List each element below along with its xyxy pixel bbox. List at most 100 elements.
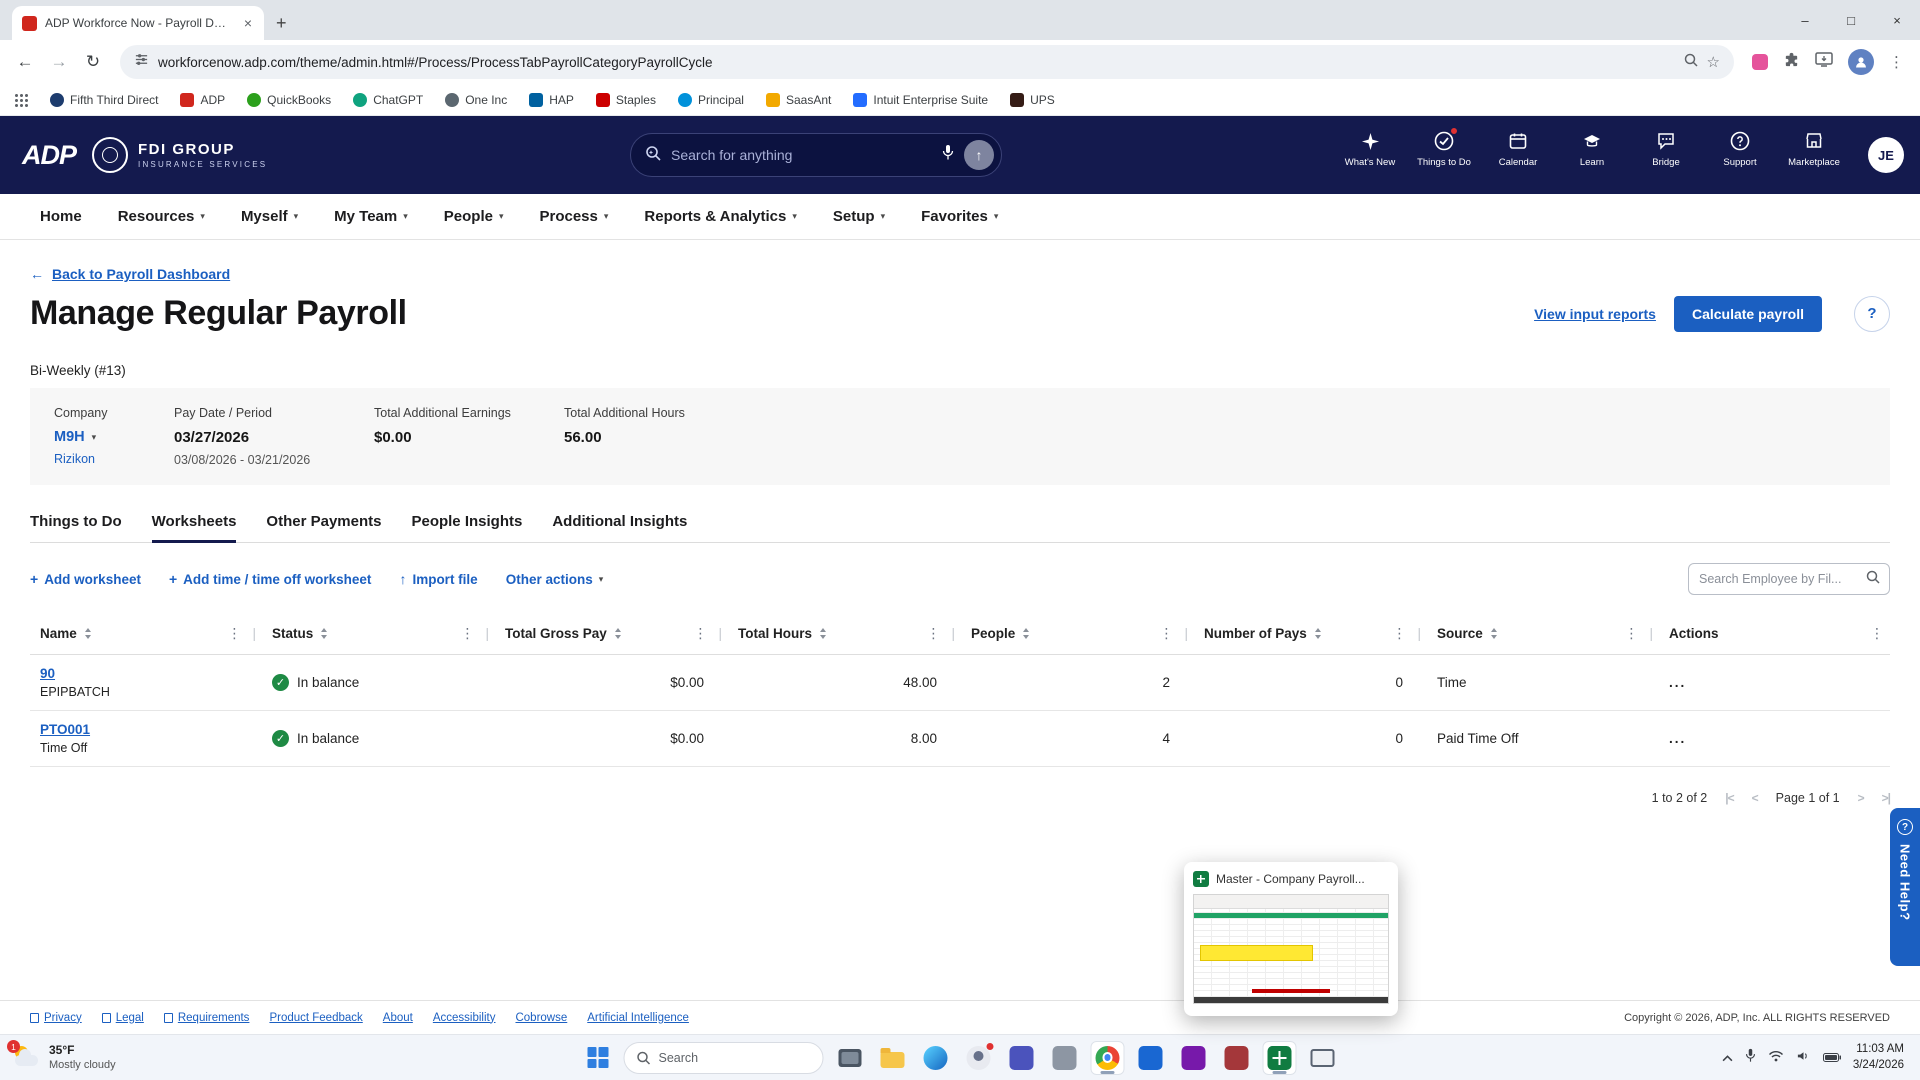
footer-link-requirements[interactable]: Requirements <box>163 1012 249 1024</box>
footer-link-accessibility[interactable]: Accessibility <box>433 1012 496 1024</box>
first-page-icon[interactable]: |< <box>1725 791 1734 805</box>
add-time-worksheet-button[interactable]: + Add time / time off worksheet <box>169 571 371 587</box>
extensions-puzzle-icon[interactable] <box>1783 51 1800 73</box>
excel-preview-thumbnail[interactable] <box>1193 894 1389 1004</box>
nav-item-home[interactable]: Home <box>40 208 82 225</box>
bookmark-item[interactable]: UPS <box>1010 92 1055 107</box>
bookmark-item[interactable]: Intuit Enterprise Suite <box>853 92 988 107</box>
zoom-icon[interactable] <box>1684 53 1698 72</box>
nav-item-my-team[interactable]: My Team ▾ <box>334 208 408 225</box>
bookmark-item[interactable]: SaasAnt <box>765 92 831 107</box>
import-file-button[interactable]: ↑ Import file <box>399 571 477 587</box>
tab-people-insights[interactable]: People Insights <box>411 513 522 542</box>
tray-chevron-up-icon[interactable] <box>1722 1049 1733 1067</box>
last-page-icon[interactable]: >| <box>1882 791 1891 805</box>
next-page-icon[interactable]: > <box>1858 791 1865 805</box>
calendar-button[interactable]: Calendar <box>1486 130 1550 168</box>
adp-logo[interactable]: ADP <box>22 140 77 171</box>
user-avatar[interactable]: JE <box>1868 137 1904 173</box>
column-header-gross-pay[interactable]: Total Gross Pay ⋮ | <box>495 613 728 654</box>
help-button[interactable]: ? <box>1854 295 1890 332</box>
cast-icon[interactable] <box>1815 52 1833 72</box>
tab-things-to-do[interactable]: Things to Do <box>30 513 122 542</box>
employee-search-input[interactable] <box>1699 572 1860 586</box>
column-header-total-hours[interactable]: Total Hours ⋮ | <box>728 613 961 654</box>
browser-tab[interactable]: ADP Workforce Now - Payroll D… × <box>12 6 264 40</box>
bookmark-item[interactable]: ADP <box>180 92 225 107</box>
taskbar-clock[interactable]: 11:03 AM 3/24/2026 <box>1853 1042 1904 1073</box>
edge-button[interactable] <box>919 1041 953 1075</box>
column-menu-icon[interactable]: ⋮ <box>693 625 707 642</box>
column-header-name[interactable]: Name ⋮ | <box>30 613 262 654</box>
site-settings-icon[interactable] <box>134 52 149 72</box>
nav-item-process[interactable]: Process ▾ <box>539 208 608 225</box>
meet-button[interactable] <box>1134 1041 1168 1075</box>
bookmark-item[interactable]: Principal <box>677 92 744 107</box>
footer-link-cobrowse[interactable]: Cobrowse <box>515 1012 567 1024</box>
calculate-payroll-button[interactable]: Calculate payroll <box>1673 295 1822 332</box>
things-to-do-button[interactable]: Things to Do <box>1412 126 1476 168</box>
battery-icon[interactable] <box>1822 1049 1841 1067</box>
footer-link-privacy[interactable]: Privacy <box>30 1012 82 1024</box>
url-input[interactable] <box>158 54 1675 70</box>
chrome-button[interactable] <box>1090 1040 1125 1075</box>
nav-item-reports[interactable]: Reports & Analytics ▾ <box>644 208 797 225</box>
tab-additional-insights[interactable]: Additional Insights <box>552 513 687 542</box>
nav-item-favorites[interactable]: Favorites ▾ <box>921 208 998 225</box>
row-actions-menu[interactable]: ... <box>1669 731 1686 746</box>
access-button[interactable] <box>1220 1041 1254 1075</box>
table-row[interactable]: PTO001 Time Off ✓ In balance $0.00 8.00 4… <box>30 711 1890 767</box>
back-link[interactable]: ← Back to Payroll Dashboard <box>30 266 1890 282</box>
column-menu-icon[interactable]: ⋮ <box>460 625 474 642</box>
pinned-extension-icon[interactable] <box>1752 54 1768 70</box>
employee-search[interactable] <box>1688 563 1890 595</box>
footer-link-about[interactable]: About <box>383 1012 413 1024</box>
nav-item-myself[interactable]: Myself ▾ <box>241 208 298 225</box>
company-sub-link[interactable]: Rizikon <box>54 452 154 466</box>
task-view-button[interactable] <box>833 1041 867 1075</box>
camera-button[interactable] <box>1048 1041 1082 1075</box>
global-search-input[interactable] <box>671 147 932 163</box>
footer-link-artificial-intelligence[interactable]: Artificial Intelligence <box>587 1012 689 1024</box>
column-menu-icon[interactable]: ⋮ <box>1392 625 1406 642</box>
nav-item-resources[interactable]: Resources ▾ <box>118 208 205 225</box>
excel-taskbar-preview[interactable]: Master - Company Payroll... <box>1184 862 1398 1016</box>
column-menu-icon[interactable]: ⋮ <box>227 625 241 642</box>
start-button[interactable] <box>581 1041 615 1075</box>
view-input-reports-link[interactable]: View input reports <box>1534 306 1656 322</box>
window-close-button[interactable]: × <box>1874 0 1920 40</box>
column-menu-icon[interactable]: ⋮ <box>1624 625 1638 642</box>
worksheet-link[interactable]: 90 <box>40 666 55 681</box>
profile-avatar-icon[interactable] <box>1848 49 1874 75</box>
mic-icon[interactable] <box>942 144 954 166</box>
file-explorer-button[interactable] <box>876 1041 910 1075</box>
onenote-button[interactable] <box>1177 1041 1211 1075</box>
column-menu-icon[interactable]: ⋮ <box>1159 625 1173 642</box>
search-submit-button[interactable]: ↑ <box>964 140 994 170</box>
add-worksheet-button[interactable]: + Add worksheet <box>30 571 141 587</box>
bookmark-item[interactable]: HAP <box>529 92 574 107</box>
column-header-number-of-pays[interactable]: Number of Pays ⋮ | <box>1194 613 1427 654</box>
bookmark-item[interactable]: Fifth Third Direct <box>50 92 158 107</box>
taskbar-search[interactable]: Search <box>623 1041 824 1074</box>
teams-button[interactable] <box>1005 1041 1039 1075</box>
search-icon[interactable] <box>1866 570 1880 589</box>
footer-link-legal[interactable]: Legal <box>101 1012 144 1024</box>
column-menu-icon[interactable]: ⋮ <box>1870 625 1884 642</box>
footer-link-product-feedback[interactable]: Product Feedback <box>269 1012 362 1024</box>
weather-widget[interactable]: 1 35°F Mostly cloudy <box>7 1040 116 1073</box>
forward-button[interactable]: → <box>42 45 76 79</box>
column-header-actions[interactable]: Actions ⋮ <box>1659 613 1890 654</box>
volume-icon[interactable] <box>1796 1049 1811 1067</box>
support-button[interactable]: Support <box>1708 130 1772 168</box>
nav-item-setup[interactable]: Setup ▾ <box>833 208 885 225</box>
apps-grid-icon[interactable] <box>14 92 28 107</box>
reload-button[interactable]: ↻ <box>76 45 110 79</box>
tab-close-icon[interactable]: × <box>242 15 254 31</box>
bookmark-star-icon[interactable]: ☆ <box>1707 53 1720 71</box>
mic-icon[interactable] <box>1745 1048 1756 1068</box>
column-header-source[interactable]: Source ⋮ | <box>1427 613 1659 654</box>
window-maximize-button[interactable]: □ <box>1828 0 1874 40</box>
whats-new-button[interactable]: What's New <box>1338 130 1402 168</box>
column-menu-icon[interactable]: ⋮ <box>926 625 940 642</box>
